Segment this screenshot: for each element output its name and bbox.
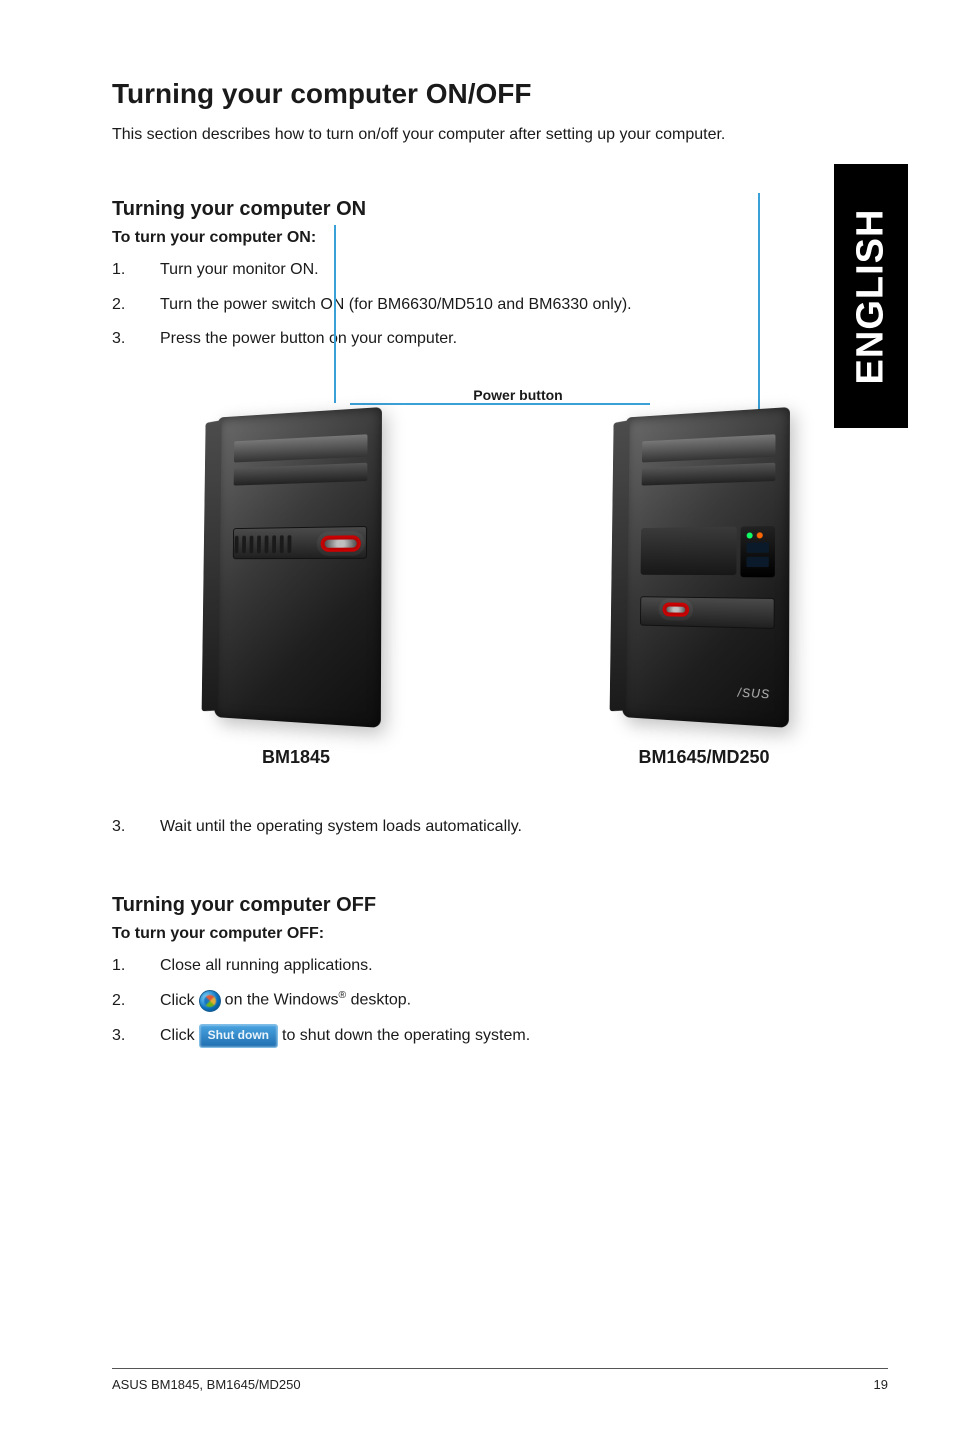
- asus-brand-text: /SUS: [738, 685, 771, 701]
- tower-bm1845: [214, 407, 382, 728]
- step-number: 2.: [112, 294, 130, 316]
- section-off-heading: Turning your computer OFF: [112, 894, 888, 917]
- power-button-label: Power button: [112, 387, 888, 403]
- tower-bm1845-wrap: BM1845: [112, 411, 480, 768]
- footer-left: ASUS BM1845, BM1645/MD250: [112, 1377, 301, 1392]
- step-text: Press the power button on your computer.: [160, 328, 888, 350]
- power-button-bm1845: [321, 535, 361, 552]
- optical-drive: [234, 434, 368, 462]
- step-number: 3.: [112, 328, 130, 350]
- on-step-3: 3. Press the power button on your comput…: [112, 328, 888, 350]
- pointer-line-left: [334, 225, 336, 403]
- front-grille: [235, 533, 303, 555]
- drive-bay: [234, 462, 368, 485]
- step-number: 3.: [112, 816, 130, 838]
- tower-bm1645-wrap: /SUS BM1645/MD250: [520, 411, 888, 768]
- drive-bay: [642, 462, 776, 485]
- step3-pre: Click: [160, 1025, 195, 1047]
- off-step-1: 1. Close all running applications.: [112, 955, 888, 977]
- step-text: Click Shut down to shut down the operati…: [160, 1024, 888, 1048]
- step-number: 3.: [112, 1025, 130, 1047]
- step-text: Close all running applications.: [160, 955, 888, 977]
- front-bay-panel: [641, 526, 737, 575]
- shut-down-button-icon: Shut down: [199, 1024, 278, 1048]
- off-step-3: 3. Click Shut down to shut down the oper…: [112, 1024, 888, 1048]
- tower-bm1645: /SUS: [622, 407, 790, 728]
- on-steps-list: 1. Turn your monitor ON. 2. Turn the pow…: [112, 259, 888, 362]
- footer-page-number: 19: [874, 1377, 888, 1392]
- step2-pre: Click: [160, 990, 195, 1012]
- on-wait-step: 3. Wait until the operating system loads…: [112, 816, 888, 838]
- section-on-heading: Turning your computer ON: [112, 198, 888, 221]
- page-title: Turning your computer ON/OFF: [112, 78, 888, 110]
- step-text: Wait until the operating system loads au…: [160, 816, 888, 838]
- front-io-ports: [740, 526, 775, 577]
- step-text: Turn your monitor ON.: [160, 259, 888, 281]
- page-footer: ASUS BM1845, BM1645/MD250 19: [112, 1368, 888, 1392]
- power-button-diagram: Power button: [112, 387, 888, 768]
- section-on-lead: To turn your computer ON:: [112, 229, 888, 247]
- pointer-connector: [112, 403, 888, 405]
- step-text: Turn the power switch ON (for BM6630/MD5…: [160, 294, 888, 316]
- pointer-line-right: [758, 193, 760, 417]
- step-number: 1.: [112, 259, 130, 281]
- off-step-2: 2. Click on the Windows® desktop.: [112, 989, 888, 1012]
- step-text: Click on the Windows® desktop.: [160, 989, 888, 1012]
- tower-label-bm1845: BM1845: [262, 747, 330, 768]
- on-wait-step-list: 3. Wait until the operating system loads…: [112, 816, 888, 850]
- section-off: Turning your computer OFF To turn your c…: [112, 894, 888, 1064]
- off-steps-list: 1. Close all running applications. 2. Cl…: [112, 955, 888, 1048]
- power-button-bm1645: [662, 602, 689, 616]
- step3-post: to shut down the operating system.: [282, 1025, 530, 1047]
- tower-label-bm1645: BM1645/MD250: [638, 747, 769, 768]
- on-step-2: 2. Turn the power switch ON (for BM6630/…: [112, 294, 888, 316]
- language-tab: ENGLISH: [834, 164, 908, 428]
- front-panel: [640, 596, 775, 629]
- windows-start-orb-icon: [199, 990, 221, 1012]
- step2-post: on the Windows® desktop.: [225, 989, 411, 1012]
- intro-paragraph: This section describes how to turn on/of…: [112, 124, 888, 146]
- step-number: 2.: [112, 990, 130, 1012]
- optical-drive: [642, 434, 776, 462]
- language-tab-label: ENGLISH: [850, 208, 893, 384]
- step-number: 1.: [112, 955, 130, 977]
- section-off-lead: To turn your computer OFF:: [112, 925, 888, 943]
- on-step-1: 1. Turn your monitor ON.: [112, 259, 888, 281]
